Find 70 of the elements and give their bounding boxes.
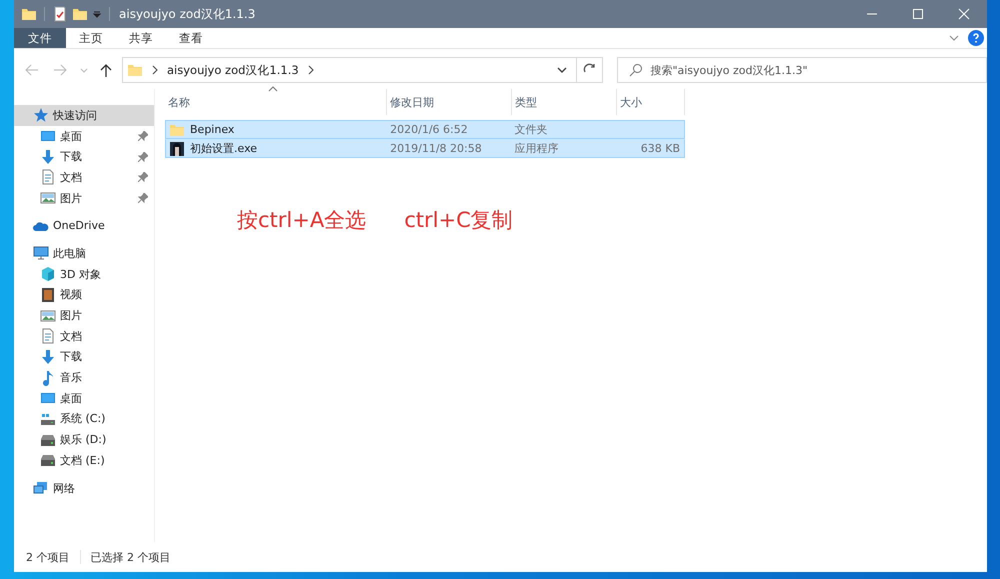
file-tab[interactable]: 文件	[14, 28, 66, 48]
navigation-item[interactable]: 此电脑	[14, 243, 154, 264]
navigation-item[interactable]: 系统 (C:)	[14, 408, 154, 430]
navigation-item[interactable]: 下载	[14, 346, 154, 368]
ribbon-tab[interactable]: 共享	[116, 28, 166, 48]
file-row[interactable]: Bepinex 2020/1/6 6:52 文件夹	[165, 120, 685, 139]
column-header[interactable]: 名称	[165, 89, 387, 115]
date-cell-text: 2020/1/6 6:52	[389, 122, 469, 138]
search-icon	[629, 63, 644, 77]
properties-icon[interactable]	[52, 6, 68, 22]
navigation-item[interactable]: 文档	[14, 326, 154, 347]
drive-icon	[40, 452, 56, 468]
navigation-item[interactable]: 3D 对象	[14, 264, 154, 284]
type-cell-text: 应用程序	[514, 141, 560, 157]
navigation-item[interactable]: 图片	[14, 188, 154, 208]
breadcrumb[interactable]: aisyoujyo zod汉化1.1.3	[167, 62, 299, 78]
file-name: Bepinex	[190, 123, 234, 136]
date-cell-text: 2019/11/8 20:58	[389, 141, 483, 157]
document-icon	[40, 328, 56, 344]
window-title: aisyoujyo zod汉化1.1.3	[119, 6, 256, 22]
refresh-button[interactable]	[577, 57, 604, 83]
navigation-item[interactable]: 桌面	[14, 126, 154, 146]
navigation-item[interactable]: OneDrive	[14, 215, 154, 236]
chevron-icon	[151, 65, 159, 75]
file-row[interactable]: 初始设置.exe 2019/11/8 20:58 应用程序 638 KB	[165, 139, 685, 158]
monitor-icon	[33, 245, 49, 262]
navigation-item[interactable]: 视频	[14, 284, 154, 306]
navigation-item[interactable]: 音乐	[14, 367, 154, 388]
search-field[interactable]: 搜索"aisyoujyo zod汉化1.1.3"	[617, 57, 987, 83]
size-cell-text: 638 KB	[640, 141, 681, 157]
film-icon	[40, 286, 56, 303]
address-bar[interactable]: aisyoujyo zod汉化1.1.3	[122, 57, 578, 83]
annotation-text: 按ctrl+A全选	[237, 207, 366, 234]
app-icon	[169, 140, 185, 156]
navigation-item[interactable]: 下载	[14, 146, 154, 168]
picture-icon	[40, 190, 56, 206]
column-header[interactable]: 类型	[512, 89, 617, 115]
navigation-item[interactable]: 桌面	[14, 388, 154, 409]
status-text: 已选择 2 个项目	[90, 550, 170, 564]
up-arrow-icon[interactable]	[98, 62, 114, 78]
navigation-item[interactable]: 快速访问	[14, 105, 154, 126]
column-header[interactable]: 修改日期	[387, 89, 512, 115]
down-arrow-icon	[40, 348, 56, 365]
navigation-item[interactable]: 文档 (E:)	[14, 450, 154, 471]
navigation-item[interactable]: 网络	[14, 478, 154, 498]
folder-icon	[127, 62, 143, 78]
ribbon-tab[interactable]: 主页	[66, 28, 116, 48]
type-cell-text: 文件夹	[514, 122, 549, 138]
pin-icon[interactable]	[138, 152, 148, 162]
navigation-item[interactable]: 文档	[14, 167, 154, 188]
down-arrow-icon	[40, 148, 56, 165]
annotation-text: ctrl+C复制	[404, 207, 513, 234]
document-icon	[40, 169, 56, 186]
picture-icon	[40, 308, 56, 324]
folder-icon[interactable]	[21, 6, 37, 22]
ribbon-tab[interactable]: 查看	[166, 28, 216, 48]
navigation-item[interactable]: 娱乐 (D:)	[14, 429, 154, 450]
folder-icon[interactable]	[72, 6, 88, 22]
file-name: 初始设置.exe	[190, 141, 258, 156]
network-icon	[33, 480, 49, 496]
navigation-item[interactable]: 图片	[14, 305, 154, 326]
column-header[interactable]: 大小	[617, 89, 685, 115]
cube-icon	[40, 266, 56, 282]
help-icon[interactable]	[968, 30, 984, 46]
star-icon	[33, 107, 49, 124]
pin-icon[interactable]	[138, 131, 148, 142]
status-text: 2 个项目	[26, 550, 70, 564]
pin-icon[interactable]	[138, 172, 148, 182]
chevron-icon	[306, 65, 315, 75]
pin-icon[interactable]	[138, 193, 148, 204]
